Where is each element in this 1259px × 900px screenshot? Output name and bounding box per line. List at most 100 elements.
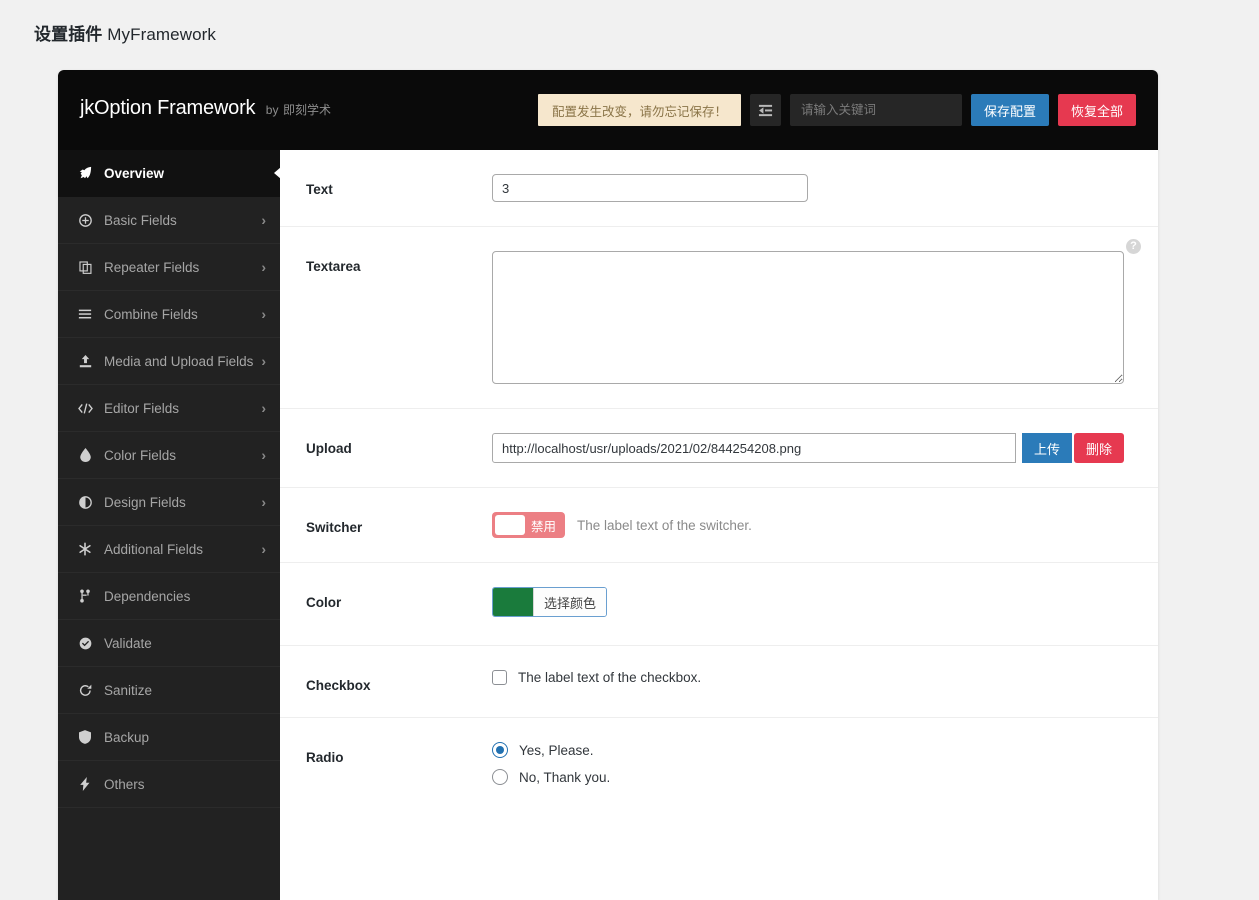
sidebar-item-label: Editor Fields — [104, 400, 180, 416]
field-label-color: Color — [306, 595, 342, 610]
switcher-state-label: 禁用 — [531, 519, 557, 534]
sidebar-item-media-and-upload-fields[interactable]: Media and Upload Fields › — [58, 338, 280, 385]
field-label-switcher: Switcher — [306, 520, 363, 535]
droplet-icon — [76, 448, 94, 462]
unsaved-changes-notice: 配置发生改变，请勿忘记保存！ — [537, 94, 741, 126]
sidebar-item-design-fields[interactable]: Design Fields › — [58, 479, 280, 526]
field-control-textarea — [492, 251, 1128, 384]
field-control-switcher: 禁用 The label text of the switcher. — [492, 512, 1128, 538]
sidebar-item-label: Design Fields — [104, 494, 186, 510]
sidebar-item-label: Media and Upload Fields — [104, 353, 254, 369]
radio-input[interactable] — [492, 769, 508, 785]
chevron-right-icon: › — [261, 541, 266, 557]
reset-all-button[interactable]: 恢复全部 — [1057, 94, 1136, 126]
radio-input[interactable] — [492, 742, 508, 758]
sidebar-item-label: Basic Fields — [104, 212, 177, 228]
field-row-switcher: Switcher 禁用 The label text of the switch… — [280, 488, 1158, 563]
content-area: Text ? Textarea Upload 上传 — [280, 150, 1158, 900]
sidebar-item-basic-fields[interactable]: Basic Fields › — [58, 197, 280, 244]
field-control-radio: Yes, Please. No, Thank you. — [492, 742, 1128, 785]
field-label-checkbox: Checkbox — [306, 678, 371, 693]
remove-upload-button[interactable]: 删除 — [1074, 433, 1125, 463]
sidebar-item-additional-fields[interactable]: Additional Fields › — [58, 526, 280, 573]
color-picker-button[interactable]: 选择颜色 — [533, 588, 607, 616]
field-row-textarea: ? Textarea — [280, 227, 1158, 409]
sidebar-item-editor-fields[interactable]: Editor Fields › — [58, 385, 280, 432]
switcher-caption: The label text of the switcher. — [577, 517, 752, 533]
sidebar-item-repeater-fields[interactable]: Repeater Fields › — [58, 244, 280, 291]
branch-icon — [76, 589, 94, 603]
search-input[interactable] — [789, 94, 962, 126]
sidebar: Overview Basic Fields › Repeater Fields › Com… — [58, 150, 281, 900]
sidebar-item-label: Backup — [104, 729, 150, 745]
sidebar-item-overview[interactable]: Overview — [58, 150, 281, 197]
sidebar-item-label: Others — [104, 776, 145, 792]
checkbox-caption: The label text of the checkbox. — [518, 670, 702, 685]
switcher-knob — [495, 515, 525, 535]
upload-icon — [76, 354, 94, 368]
header-actions: 配置发生改变，请勿忘记保存！ 保存配置 恢复全部 — [537, 94, 1136, 126]
rocket-icon — [76, 166, 94, 180]
field-control-checkbox: The label text of the checkbox. — [492, 670, 1128, 693]
sidebar-item-backup[interactable]: Backup — [58, 714, 280, 761]
save-config-button[interactable]: 保存配置 — [970, 94, 1049, 126]
code-icon — [76, 402, 94, 415]
plus-circle-icon — [76, 213, 94, 227]
sidebar-item-label: Dependencies — [104, 588, 191, 604]
brand-name: jkOption Framework — [80, 97, 256, 119]
field-row-color: Color 选择颜色 — [280, 563, 1158, 646]
radio-option[interactable]: Yes, Please. — [492, 742, 1128, 758]
asterisk-icon — [76, 542, 94, 556]
chevron-right-icon: › — [261, 259, 266, 275]
upload-url-input[interactable] — [492, 433, 1016, 463]
sidebar-item-label: Combine Fields — [104, 306, 198, 322]
contrast-icon — [76, 495, 94, 509]
color-swatch — [493, 588, 533, 616]
sidebar-item-others[interactable]: Others — [58, 761, 280, 808]
checkbox-input[interactable] — [492, 670, 507, 685]
field-label-radio: Radio — [306, 750, 344, 765]
sidebar-item-label: Repeater Fields — [104, 259, 200, 275]
field-row-radio: Radio Yes, Please. No, Thank you. — [280, 718, 1158, 809]
question-mark-icon[interactable]: ? — [1126, 239, 1141, 254]
chevron-right-icon: › — [261, 447, 266, 463]
text-input[interactable] — [492, 174, 808, 202]
refresh-icon — [76, 684, 94, 697]
field-label-textarea: Textarea — [306, 259, 361, 274]
sidebar-item-validate[interactable]: Validate — [58, 620, 280, 667]
framework-body: Overview Basic Fields › Repeater Fields › Com… — [58, 150, 1158, 900]
upload-control: 上传 删除 — [492, 433, 1128, 463]
field-row-upload: Upload 上传 删除 — [280, 409, 1158, 488]
chevron-right-icon: › — [261, 306, 266, 322]
framework-panel: jkOption Framework by 即刻学术 配置发生改变，请勿忘记保存… — [58, 70, 1158, 900]
page-title-zh: 设置插件 — [34, 25, 103, 44]
field-label-upload: Upload — [306, 441, 352, 456]
sidebar-item-color-fields[interactable]: Color Fields › — [58, 432, 280, 479]
page-title: 设置插件 MyFramework — [34, 20, 216, 45]
textarea-input[interactable] — [492, 251, 1124, 384]
list-icon — [76, 307, 94, 321]
sidebar-item-label: Overview — [104, 165, 165, 181]
chevron-right-icon: › — [261, 494, 266, 510]
color-picker[interactable]: 选择颜色 — [492, 587, 608, 617]
field-row-checkbox: Checkbox The label text of the checkbox. — [280, 646, 1158, 718]
field-control-upload: 上传 删除 — [492, 433, 1128, 463]
check-circle-icon — [76, 637, 94, 650]
switcher-toggle[interactable]: 禁用 — [492, 512, 566, 538]
copy-icon — [76, 260, 94, 274]
field-label-text: Text — [306, 182, 333, 197]
collapse-sidebar-icon[interactable] — [749, 94, 781, 126]
shield-icon — [76, 730, 94, 744]
page-title-name: MyFramework — [107, 25, 217, 44]
sidebar-item-dependencies[interactable]: Dependencies — [58, 573, 280, 620]
sidebar-item-combine-fields[interactable]: Combine Fields › — [58, 291, 280, 338]
brand-author: 即刻学术 — [282, 103, 331, 117]
field-control-color: 选择颜色 — [492, 587, 1128, 621]
upload-button[interactable]: 上传 — [1022, 433, 1073, 463]
radio-option-label: No, Thank you. — [519, 769, 611, 785]
sidebar-item-sanitize[interactable]: Sanitize — [58, 667, 280, 714]
brand-by-label: by — [265, 103, 279, 117]
chevron-right-icon: › — [261, 212, 266, 228]
sidebar-item-label: Sanitize — [104, 682, 153, 698]
radio-option[interactable]: No, Thank you. — [492, 769, 1128, 785]
